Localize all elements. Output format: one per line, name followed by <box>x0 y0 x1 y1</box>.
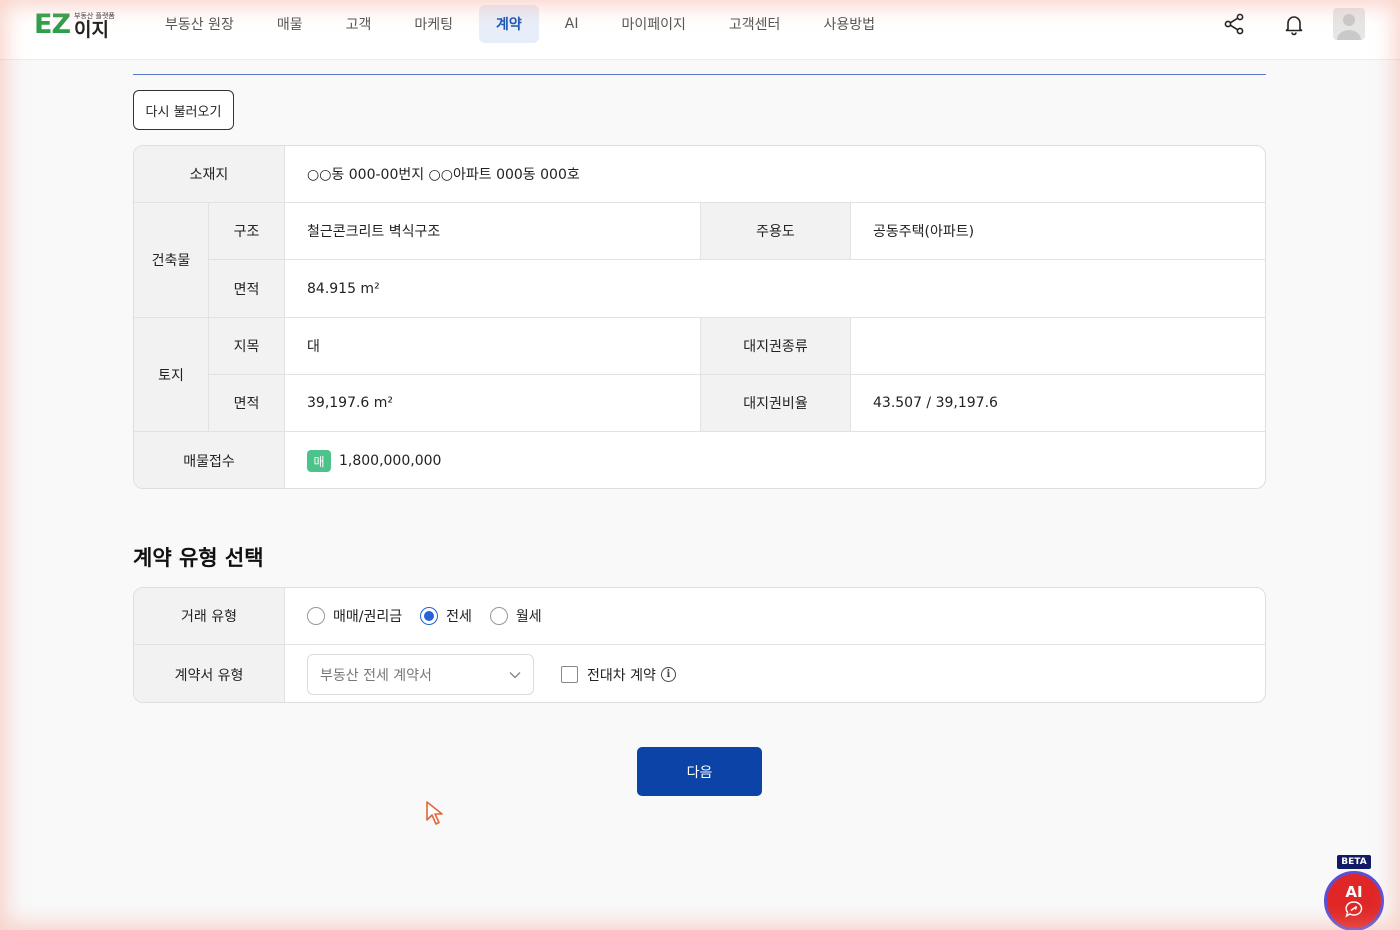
land-right-ratio-label: 대지권비율 <box>700 375 851 432</box>
listing-label: 매물접수 <box>134 432 285 488</box>
sale-badge: 매 <box>307 450 331 472</box>
logo-ez: EZ <box>34 9 71 40</box>
reload-button[interactable]: 다시 불러오기 <box>133 90 234 130</box>
contract-type-title: 계약 유형 선택 <box>133 546 264 570</box>
radio-monthly-label[interactable]: 월세 <box>516 606 542 626</box>
land-right-ratio-value: 43.507 / 39,197.6 <box>851 375 1265 432</box>
ai-label: AI <box>1345 883 1363 901</box>
ai-assistant-widget[interactable]: BETA AI <box>1324 855 1386 930</box>
building-label: 건축물 <box>134 203 209 318</box>
nav-item-customers[interactable]: 고객 <box>329 5 389 43</box>
nav-item-guide[interactable]: 사용방법 <box>806 5 892 43</box>
contract-type-table: 거래 유형 매매/권리금 전세 월세 계약서 유형 부동산 전세 계약서 전대차… <box>133 587 1266 703</box>
usage-label: 주용도 <box>700 203 851 260</box>
sublease-checkbox[interactable] <box>561 666 578 683</box>
radio-sale-label[interactable]: 매매/권리금 <box>333 606 402 626</box>
radio-sale[interactable] <box>307 607 325 625</box>
location-label: 소재지 <box>134 146 285 203</box>
logo-korean: 이지 <box>74 19 109 41</box>
ai-chat-button[interactable]: AI <box>1324 871 1384 930</box>
doc-type-select[interactable]: 부동산 전세 계약서 <box>307 654 534 695</box>
location-value: ○○동 000-00번지 ○○아파트 000동 000호 <box>285 146 1265 203</box>
sublease-label[interactable]: 전대차 계약 <box>587 665 656 685</box>
nav-item-ledger[interactable]: 부동산 원장 <box>148 5 251 43</box>
land-area-label: 면적 <box>209 375 285 432</box>
usage-value: 공동주택(아파트) <box>851 203 1265 260</box>
deal-type-options: 매매/권리금 전세 월세 <box>285 588 1265 645</box>
next-button[interactable]: 다음 <box>637 747 762 796</box>
land-category-value: 대 <box>285 318 700 375</box>
deal-type-radio-group: 매매/권리금 전세 월세 <box>307 606 560 626</box>
listing-price: 1,800,000,000 <box>339 453 442 469</box>
avatar[interactable] <box>1333 8 1365 40</box>
structure-label: 구조 <box>209 203 285 260</box>
listing-value: 매 1,800,000,000 <box>285 432 1265 488</box>
chat-bubble-icon <box>1345 901 1363 918</box>
radio-jeonse-label[interactable]: 전세 <box>446 606 472 626</box>
chevron-down-icon <box>509 671 521 678</box>
beta-badge: BETA <box>1337 855 1371 869</box>
building-area-value: 84.915 m² <box>285 260 1265 318</box>
section-divider <box>133 74 1266 75</box>
radio-monthly[interactable] <box>489 607 508 625</box>
property-info-table: 소재지 ○○동 000-00번지 ○○아파트 000동 000호 건축물 구조 … <box>133 145 1266 489</box>
doc-type-row: 부동산 전세 계약서 전대차 계약 i <box>285 645 1265 702</box>
nav-item-marketing[interactable]: 마케팅 <box>397 5 470 43</box>
land-right-type-value <box>851 318 1265 375</box>
building-area-label: 면적 <box>209 260 285 318</box>
land-category-label: 지목 <box>209 318 285 375</box>
nav-item-contract[interactable]: 계약 <box>479 5 539 43</box>
land-label: 토지 <box>134 318 209 432</box>
nav-item-support[interactable]: 고객센터 <box>712 5 798 43</box>
nav-item-listings[interactable]: 매물 <box>260 5 320 43</box>
doc-type-value: 부동산 전세 계약서 <box>320 667 432 684</box>
deal-type-label: 거래 유형 <box>134 588 285 645</box>
land-right-type-label: 대지권종류 <box>700 318 851 375</box>
ez-logo[interactable]: EZ 부동산 플랫폼 이지 <box>34 9 115 42</box>
doc-type-label: 계약서 유형 <box>134 645 285 702</box>
share-icon[interactable] <box>1222 12 1246 36</box>
main-nav: 부동산 원장 매물 고객 마케팅 계약 AI 마이페이지 고객센터 사용방법 <box>148 5 901 43</box>
top-header: EZ 부동산 플랫폼 이지 부동산 원장 매물 고객 마케팅 계약 AI 마이페… <box>0 0 1400 60</box>
land-area-value: 39,197.6 m² <box>285 375 700 432</box>
info-icon[interactable]: i <box>660 667 676 682</box>
avatar-icon <box>1337 14 1361 40</box>
nav-item-mypage[interactable]: 마이페이지 <box>605 5 703 43</box>
structure-value: 철근콘크리트 벽식구조 <box>285 203 700 260</box>
nav-item-ai[interactable]: AI <box>548 5 596 43</box>
mouse-cursor-icon <box>426 801 443 825</box>
bell-icon[interactable] <box>1282 12 1306 36</box>
radio-jeonse[interactable] <box>420 607 439 625</box>
